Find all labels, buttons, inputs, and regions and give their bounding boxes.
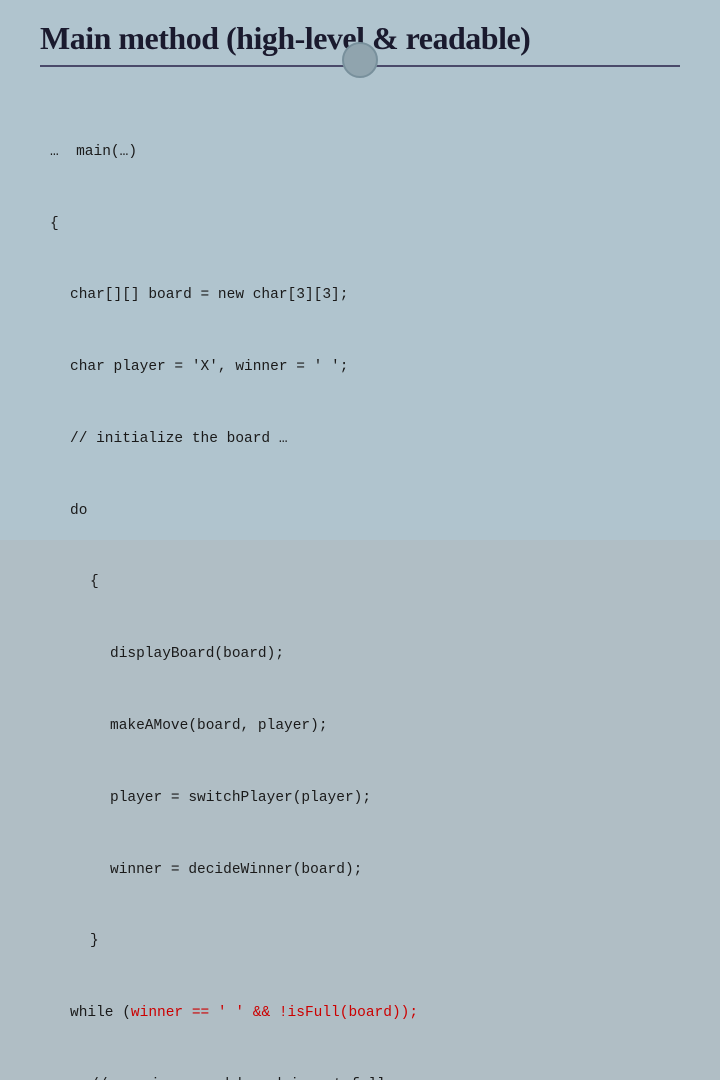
code-block: … main(…) { char[][] board = new char[3]… xyxy=(40,93,680,1080)
code-line-9: makeAMove(board, player); xyxy=(50,715,680,739)
code-line-10: player = switchPlayer(player); xyxy=(50,787,680,811)
code-line-8: displayBoard(board); xyxy=(50,643,680,667)
circle-decoration xyxy=(342,42,378,78)
code-line-14: // no winner and board is not full xyxy=(50,1074,680,1080)
code-line-1: … main(…) xyxy=(50,141,680,165)
code-line-6: do xyxy=(50,500,680,524)
while-prefix: while ( xyxy=(70,1005,131,1021)
code-line-3: char[][] board = new char[3][3]; xyxy=(50,284,680,308)
code-line-4: char player = 'X', winner = ' '; xyxy=(50,356,680,380)
slide-container: Main method (high-level & readable) … ma… xyxy=(0,0,720,540)
code-line-11: winner = decideWinner(board); xyxy=(50,859,680,883)
code-line-7: { xyxy=(50,571,680,595)
while-condition: winner == ' ' && !isFull(board)); xyxy=(131,1005,418,1021)
code-line-12: } xyxy=(50,930,680,954)
code-line-13: while (winner == ' ' && !isFull(board)); xyxy=(50,1002,680,1026)
code-line-5: // initialize the board … xyxy=(50,428,680,452)
code-line-2: { xyxy=(50,213,680,237)
